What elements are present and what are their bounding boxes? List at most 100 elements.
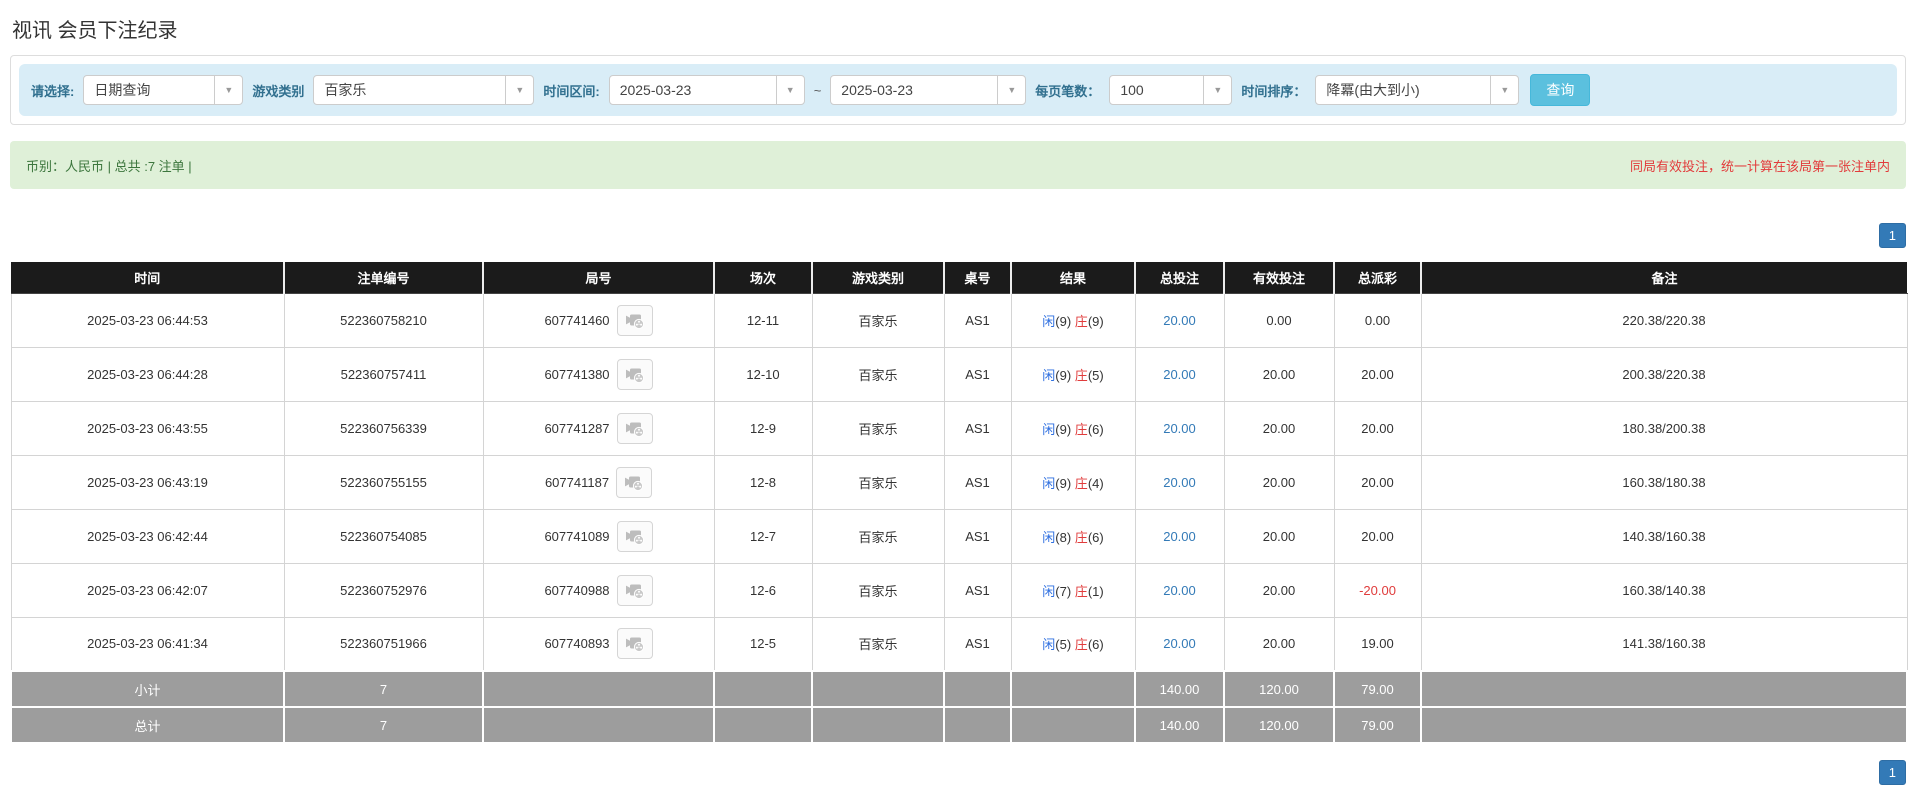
player-result-label: 闲 [1042,367,1056,383]
session-cell: 12-9 [713,400,813,456]
subtotal-row-round-cell [482,670,715,708]
payout-cell: 20.00 [1333,454,1422,510]
player-result-score: (9) [1055,421,1075,437]
note-cell: 141.38/160.38 [1420,616,1908,672]
subtotal-row-result-cell [1010,670,1136,708]
round-id-group: 607741460 [544,304,653,336]
game-type-value: 百家乐 [324,82,367,98]
round-id-value: 607740893 [544,636,610,652]
player-result-score: (9) [1055,475,1075,491]
table-cell: AS1 [943,508,1012,564]
total-bet-cell: 20.00 [1134,346,1225,402]
valid-bet-cell: 20.00 [1223,508,1335,564]
video-icon [625,584,644,599]
total-row-total-bet-cell: 140.00 [1134,706,1225,744]
game-type-select[interactable]: 百家乐 ▼ [313,75,535,105]
table-cell: AS1 [943,562,1012,618]
video-replay-button[interactable] [616,520,653,552]
chevron-down-icon: ▼ [775,76,804,104]
round-id-group: 607741287 [544,412,653,444]
subtotal-row-note-cell [1420,670,1908,708]
video-icon [625,637,644,653]
time-cell: 2025-03-23 06:44:53 [10,292,285,348]
video-icon [625,530,644,545]
round-id-group: 607741089 [544,520,653,552]
valid-bet-cell: 20.00 [1223,400,1335,456]
note-cell: 140.38/160.38 [1420,508,1908,564]
result-cell: 闲(9) 庄(5) [1010,346,1136,402]
table-cell: AS1 [943,346,1012,402]
page-title: 视讯 会员下注纪录 [12,20,178,42]
query-type-value: 日期查询 [94,82,151,98]
total-bet-link[interactable]: 20.00 [1163,367,1196,382]
banker-result-label: 庄 [1074,421,1088,437]
player-result-score: (9) [1055,367,1075,383]
date-from-select[interactable]: 2025-03-23 ▼ [608,75,805,105]
round-id-group: 607740988 [544,574,653,606]
table-header: 时间 注单编号 局号 场次 游戏类别 桌号 结果 总投注 有效投注 总派彩 备注 [10,262,1907,294]
total-bet-link[interactable]: 20.00 [1163,421,1196,436]
bet-id-cell: 522360752976 [283,562,484,618]
round-id-value: 607741460 [544,312,610,328]
payout-cell: 0.00 [1333,292,1422,348]
video-replay-button[interactable] [616,466,653,498]
time-sort-select[interactable]: 降冪(由大到小) ▼ [1315,75,1520,105]
player-result-label: 闲 [1042,637,1056,653]
banker-result-label: 庄 [1074,367,1088,383]
column-header-bet-id: 注单编号 [283,262,483,294]
total-bet-link[interactable]: 20.00 [1163,529,1196,544]
video-replay-button[interactable] [616,412,653,444]
page-size-select[interactable]: 100 ▼ [1109,75,1233,105]
payout-cell: 20.00 [1333,508,1422,564]
round-id-value: 607741287 [544,420,610,436]
total-bet-link[interactable]: 20.00 [1163,583,1196,598]
video-replay-button[interactable] [616,358,653,390]
round-id-group: 607741380 [544,358,653,390]
date-to-select[interactable]: 2025-03-23 ▼ [830,75,1027,105]
banker-result-score: (6) [1087,637,1104,653]
total-bet-link[interactable]: 20.00 [1163,636,1196,651]
video-icon [625,314,644,329]
chevron-down-icon: ▼ [1203,76,1231,104]
total-row-payout-cell: 79.00 [1333,706,1422,744]
note-cell: 220.38/220.38 [1420,292,1908,348]
round-cell: 607741380 [482,346,715,402]
total-bet-cell: 20.00 [1134,400,1225,456]
table-cell: AS1 [943,616,1012,672]
date-to-value: 2025-03-23 [841,82,913,98]
round-cell: 607740893 [482,616,715,672]
game-cell: 百家乐 [811,616,945,672]
total-row-valid-bet-cell: 120.00 [1223,706,1335,744]
result-cell: 闲(9) 庄(6) [1010,400,1136,456]
query-type-label: 请选择: [31,83,75,99]
round-id-value: 607740988 [544,582,610,598]
query-type-select[interactable]: 日期查询 ▼ [83,75,244,105]
total-bet-link[interactable]: 20.00 [1163,475,1196,490]
bet-id-cell: 522360757411 [283,346,484,402]
column-header-game: 游戏类别 [811,262,944,294]
total-bet-cell: 20.00 [1134,508,1225,564]
records-table: 时间 注单编号 局号 场次 游戏类别 桌号 结果 总投注 有效投注 总派彩 备注 2025-03-2… [10,262,1908,744]
total-row-game-cell [811,706,945,744]
valid-bet-cell: 0.00 [1223,292,1335,348]
subtotal-row-session-cell [713,670,813,708]
valid-bet-cell: 20.00 [1223,562,1335,618]
date-from-value: 2025-03-23 [619,82,692,98]
banker-result-score: (6) [1087,529,1104,545]
filter-bar: 请选择: 日期查询 ▼ 游戏类别 百家乐 ▼ 时间区间: 2025-03-23 … [19,64,1897,116]
total-row-session-cell [713,706,813,744]
search-button[interactable]: 查询 [1530,74,1591,106]
video-replay-button[interactable] [616,574,653,606]
subtotal-row-bet-id-cell: 7 [283,670,484,708]
video-replay-button[interactable] [616,304,653,336]
table-row: 2025-03-23 06:44:53 522360758210 607741460… [10,292,1908,348]
total-bet-link[interactable]: 20.00 [1163,313,1196,328]
video-replay-button[interactable] [616,628,653,660]
page-1-button[interactable]: 1 [1878,760,1906,785]
page-1-button[interactable]: 1 [1878,223,1906,248]
video-icon [625,368,644,383]
result-cell: 闲(5) 庄(6) [1010,616,1136,672]
banker-result-score: (9) [1087,313,1104,329]
payout-cell: -20.00 [1333,562,1422,618]
valid-bet-cell: 20.00 [1223,346,1335,402]
